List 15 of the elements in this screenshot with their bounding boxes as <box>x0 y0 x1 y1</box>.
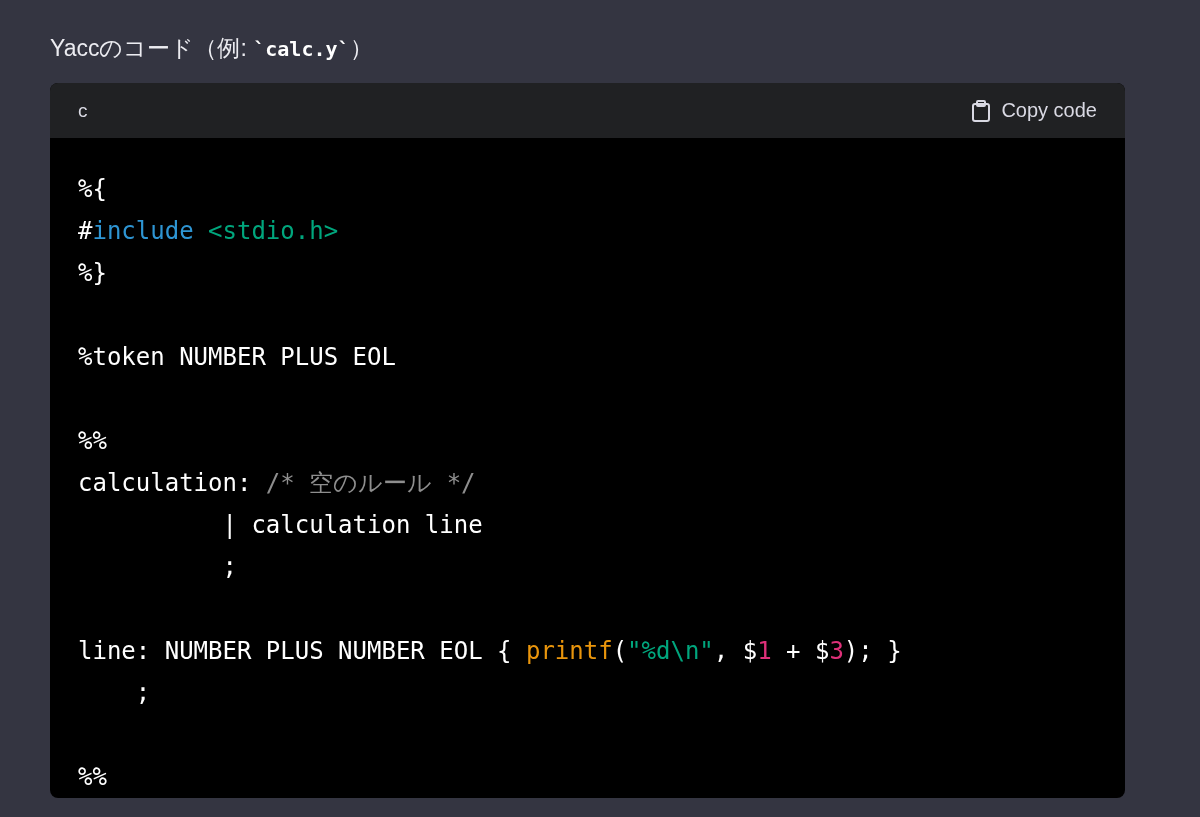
code-line: ; <box>221 552 238 583</box>
code-line: %% <box>78 762 108 793</box>
clipboard-icon <box>971 99 992 122</box>
code-line: #include <stdio.h> <box>78 216 340 247</box>
code-line: ; <box>134 678 152 709</box>
code-line: %% <box>78 426 108 457</box>
language-label: c <box>78 99 88 122</box>
copy-code-button[interactable]: Copy code <box>971 99 1097 122</box>
code-line: calculation: /* 空のルール */ <box>78 468 477 499</box>
code-line: line: NUMBER PLUS NUMBER EOL { printf("%d\n", $1 + $3); } <box>78 636 903 667</box>
code-line: %token NUMBER PLUS EOL <box>78 342 397 373</box>
code-line: %} <box>78 258 108 289</box>
section-heading: Yaccのコード（例: `calc.y`） <box>50 34 373 63</box>
code-line: | calculation line <box>221 510 484 541</box>
code-line: %{ <box>78 174 108 205</box>
